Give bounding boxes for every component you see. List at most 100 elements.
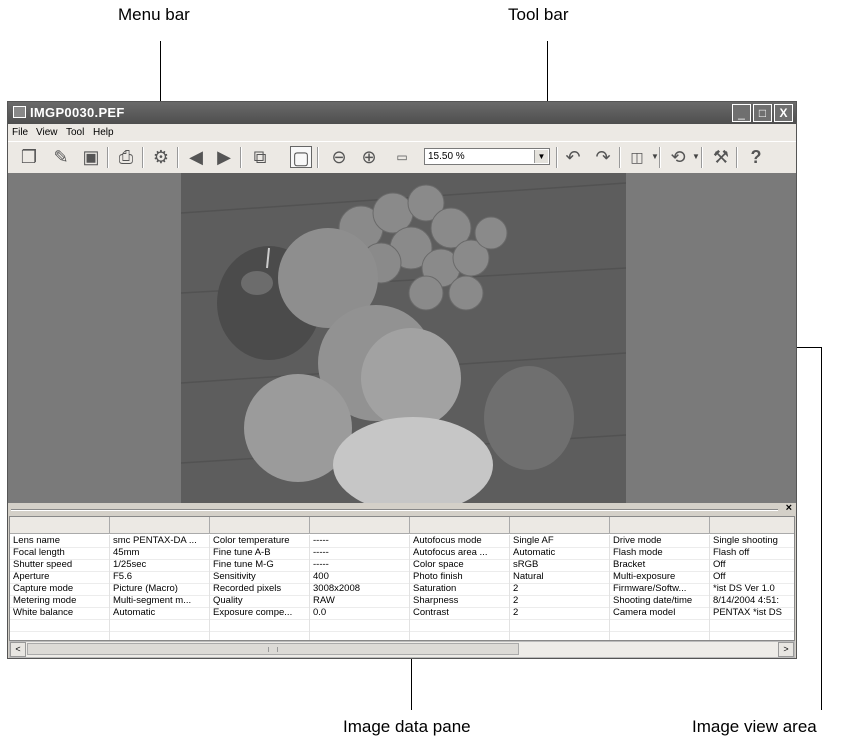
property-value-cell: Automatic bbox=[510, 547, 610, 559]
property-value-cell bbox=[710, 619, 794, 631]
title-bar[interactable]: IMGP0030.PEF _ □ X bbox=[8, 102, 796, 124]
property-name-cell: Bracket bbox=[610, 559, 710, 571]
property-value-cell: 1/25sec bbox=[110, 559, 210, 571]
application-window: IMGP0030.PEF _ □ X File View Tool Help ❐… bbox=[7, 101, 797, 659]
toolbar-separator bbox=[317, 147, 319, 168]
property-value-cell: PENTAX *ist DS bbox=[710, 607, 794, 619]
property-value-cell: 3008x2008 bbox=[310, 583, 410, 595]
previous-icon[interactable]: ◀ bbox=[185, 146, 207, 168]
help-icon[interactable]: ? bbox=[745, 146, 767, 168]
thumb-grip bbox=[268, 647, 278, 652]
property-value-cell: Automatic bbox=[110, 607, 210, 619]
actual-size-icon[interactable]: ▭ bbox=[391, 146, 413, 168]
print-icon[interactable]: ⎙ bbox=[115, 146, 137, 168]
property-name-cell: Capture mode bbox=[10, 583, 110, 595]
settings-gear-icon[interactable]: ⚙ bbox=[150, 146, 172, 168]
column-header[interactable] bbox=[210, 517, 310, 533]
rotate-right-icon[interactable]: ↷ bbox=[592, 146, 614, 168]
property-name-cell: Photo finish bbox=[410, 571, 510, 583]
property-name-cell: Color space bbox=[410, 559, 510, 571]
toolbar-separator bbox=[240, 147, 242, 168]
scroll-left-button[interactable]: < bbox=[10, 642, 26, 657]
callout-line-image-view-area-v bbox=[821, 347, 822, 710]
property-value-cell: 0.0 bbox=[310, 607, 410, 619]
property-value-cell: Picture (Macro) bbox=[110, 583, 210, 595]
property-value-cell: 2 bbox=[510, 607, 610, 619]
property-name-cell bbox=[210, 619, 310, 631]
property-value-cell: Off bbox=[710, 571, 794, 583]
display-mode-icon[interactable]: ◫ bbox=[626, 146, 648, 168]
pane-splitter[interactable]: × bbox=[8, 502, 796, 515]
property-name-cell bbox=[210, 631, 310, 640]
fit-window-icon[interactable]: ▢ bbox=[290, 146, 312, 168]
property-value-cell: 45mm bbox=[110, 547, 210, 559]
property-value-cell: ----- bbox=[310, 547, 410, 559]
window-title: IMGP0030.PEF bbox=[30, 105, 125, 120]
property-name-cell: Fine tune M-G bbox=[210, 559, 310, 571]
toolbar-separator bbox=[177, 147, 179, 168]
rotate-left-icon[interactable]: ↶ bbox=[562, 146, 584, 168]
image-view-area[interactable] bbox=[8, 173, 796, 503]
toolbar-separator bbox=[107, 147, 109, 168]
next-icon[interactable]: ▶ bbox=[213, 146, 235, 168]
zoom-in-icon[interactable]: ⊕ bbox=[358, 146, 380, 168]
property-value-cell: ----- bbox=[310, 559, 410, 571]
property-value-cell: Off bbox=[710, 559, 794, 571]
minimize-button[interactable]: _ bbox=[732, 104, 751, 122]
property-name-cell: Recorded pixels bbox=[210, 583, 310, 595]
save-icon[interactable]: ▣ bbox=[80, 146, 102, 168]
column-header[interactable] bbox=[110, 517, 210, 533]
toolbar-separator bbox=[736, 147, 738, 168]
new-window-icon[interactable]: ❐ bbox=[18, 146, 40, 168]
maximize-button[interactable]: □ bbox=[753, 104, 772, 122]
menu-tool[interactable]: Tool bbox=[66, 127, 84, 138]
property-name-cell: Lens name bbox=[10, 535, 110, 547]
property-name-cell: Drive mode bbox=[610, 535, 710, 547]
toolbar-separator bbox=[659, 147, 661, 168]
toolbar-separator bbox=[619, 147, 621, 168]
tool-icon[interactable]: ⚒ bbox=[710, 146, 732, 168]
chevron-down-icon[interactable]: ▼ bbox=[534, 150, 548, 163]
copy-image-icon[interactable]: ⧉ bbox=[249, 146, 271, 168]
scroll-thumb[interactable] bbox=[27, 643, 519, 655]
property-value-cell: Multi-segment m... bbox=[110, 595, 210, 607]
property-value-cell: RAW bbox=[310, 595, 410, 607]
callout-image-data-pane: Image data pane bbox=[343, 717, 471, 736]
property-value-cell bbox=[510, 631, 610, 640]
close-button[interactable]: X bbox=[774, 104, 793, 122]
property-name-cell: White balance bbox=[10, 607, 110, 619]
chevron-down-icon[interactable]: ▼ bbox=[651, 152, 659, 161]
transform-icon[interactable]: ⟲ bbox=[667, 146, 689, 168]
property-value-cell: Flash off bbox=[710, 547, 794, 559]
chevron-down-icon[interactable]: ▼ bbox=[692, 152, 700, 161]
property-name-cell: Autofocus area ... bbox=[410, 547, 510, 559]
callout-tool-bar: Tool bar bbox=[508, 5, 569, 24]
property-value-cell: F5.6 bbox=[110, 571, 210, 583]
callout-image-view-area: Image view area bbox=[692, 717, 817, 736]
table-header bbox=[10, 517, 794, 534]
open-file-icon[interactable]: ✎ bbox=[50, 146, 72, 168]
column-header[interactable] bbox=[310, 517, 410, 533]
property-name-cell: Flash mode bbox=[610, 547, 710, 559]
zoom-out-icon[interactable]: ⊖ bbox=[328, 146, 350, 168]
column-header[interactable] bbox=[710, 517, 794, 533]
photo-fruit bbox=[181, 173, 626, 503]
menu-file[interactable]: File bbox=[12, 127, 28, 138]
property-name-cell: Autofocus mode bbox=[410, 535, 510, 547]
close-pane-icon[interactable]: × bbox=[786, 502, 792, 514]
column-header[interactable] bbox=[10, 517, 110, 533]
property-value-cell: 8/14/2004 4:51: bbox=[710, 595, 794, 607]
scroll-right-button[interactable]: > bbox=[778, 642, 794, 657]
column-header[interactable] bbox=[610, 517, 710, 533]
zoom-select[interactable]: 15.50 % ▼ bbox=[424, 148, 550, 165]
menu-help[interactable]: Help bbox=[93, 127, 114, 138]
horizontal-scrollbar[interactable]: < > bbox=[9, 641, 795, 658]
column-header[interactable] bbox=[410, 517, 510, 533]
menu-view[interactable]: View bbox=[36, 127, 58, 138]
property-value-cell bbox=[110, 619, 210, 631]
property-name-cell: Sensitivity bbox=[210, 571, 310, 583]
column-header[interactable] bbox=[510, 517, 610, 533]
splitter-line bbox=[11, 509, 778, 511]
property-value-cell bbox=[110, 631, 210, 640]
property-name-cell: Metering mode bbox=[10, 595, 110, 607]
